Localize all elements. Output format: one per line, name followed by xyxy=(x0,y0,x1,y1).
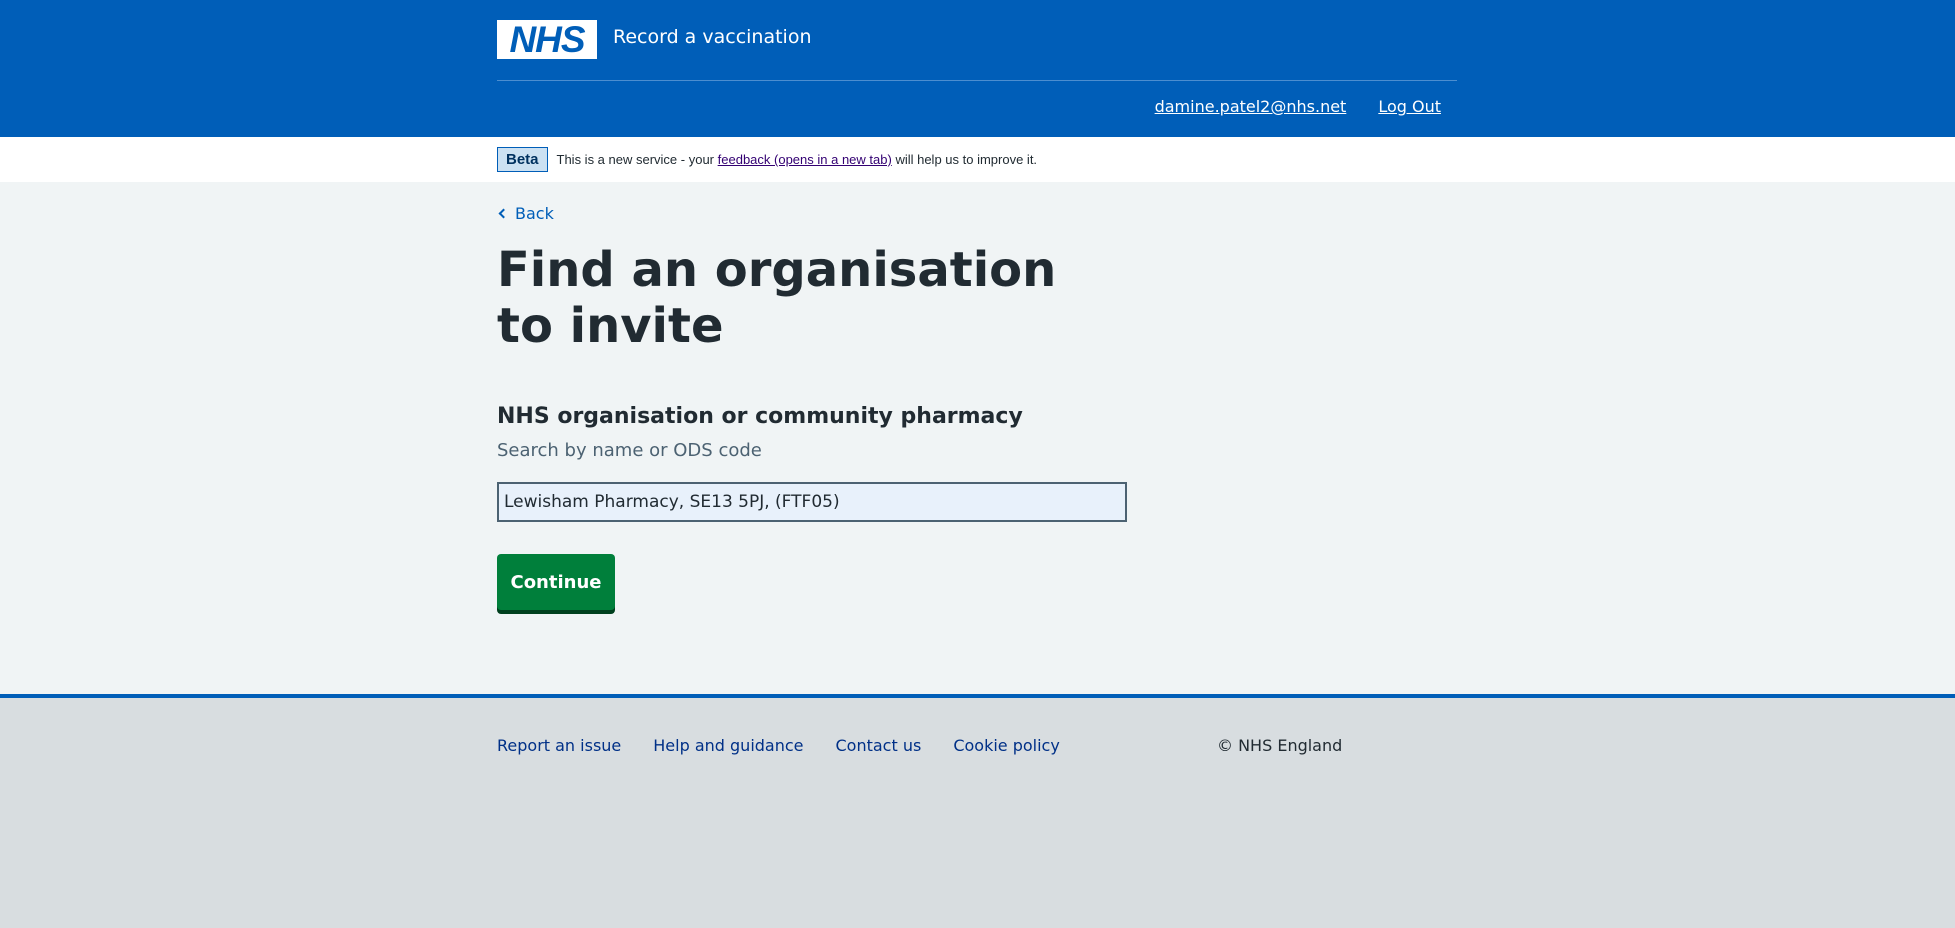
header-top: NHS Record a vaccination xyxy=(497,0,1457,80)
nhs-logo[interactable]: NHS xyxy=(497,20,597,59)
footer-link-help[interactable]: Help and guidance xyxy=(653,736,803,755)
phase-banner: Beta This is a new service - your feedba… xyxy=(0,137,1955,182)
phase-banner-text: This is a new service - your feedback (o… xyxy=(557,152,1038,167)
footer-links: Report an issue Help and guidance Contac… xyxy=(497,736,1060,755)
phase-text-after: will help us to improve it. xyxy=(895,152,1038,167)
site-footer: Report an issue Help and guidance Contac… xyxy=(0,694,1955,928)
chevron-left-icon xyxy=(498,208,509,219)
service-name-link[interactable]: Record a vaccination xyxy=(613,26,812,48)
field-label: NHS organisation or community pharmacy xyxy=(497,404,1023,429)
footer-link-contact[interactable]: Contact us xyxy=(836,736,922,755)
page-title: Find an organisation to invite xyxy=(497,242,1057,354)
user-email-link[interactable]: damine.patel2@nhs.net xyxy=(1155,97,1347,116)
nhs-logo-text: NHS xyxy=(509,19,585,60)
field-hint: Search by name or ODS code xyxy=(497,440,762,461)
back-link[interactable]: Back xyxy=(497,204,554,223)
organisation-search-input[interactable] xyxy=(497,482,1127,522)
footer-link-report-issue[interactable]: Report an issue xyxy=(497,736,621,755)
header-nav: damine.patel2@nhs.net Log Out xyxy=(1155,97,1441,116)
site-header: NHS Record a vaccination damine.patel2@n… xyxy=(0,0,1955,137)
phase-text-before: This is a new service - your xyxy=(556,152,715,167)
header-divider xyxy=(497,80,1457,81)
copyright: © NHS England xyxy=(1217,736,1343,755)
logout-link[interactable]: Log Out xyxy=(1378,97,1441,116)
feedback-link[interactable]: feedback (opens in a new tab) xyxy=(718,152,892,167)
back-label: Back xyxy=(515,204,554,223)
main-content: Back Find an organisation to invite NHS … xyxy=(0,182,1955,694)
footer-link-cookies[interactable]: Cookie policy xyxy=(953,736,1060,755)
beta-tag: Beta xyxy=(497,147,548,172)
continue-button[interactable]: Continue xyxy=(497,554,615,610)
